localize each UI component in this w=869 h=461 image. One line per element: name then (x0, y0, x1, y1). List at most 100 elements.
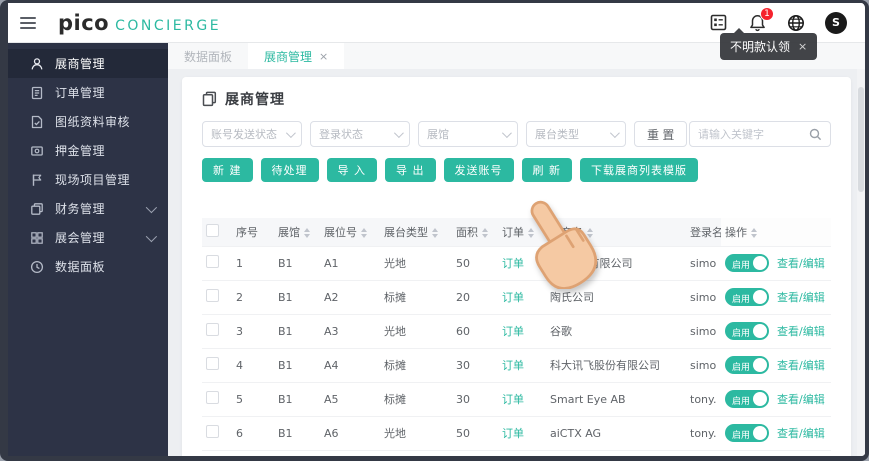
sidebar-item-data-panel[interactable]: 数据面板 (8, 252, 168, 281)
col-header-actions[interactable]: 操作 (721, 218, 831, 246)
sort-icon[interactable] (361, 228, 367, 238)
tab-close-icon[interactable]: × (319, 50, 328, 63)
order-link[interactable]: 订单 (502, 257, 524, 270)
cell-area: 30 (452, 382, 498, 417)
send-account-button[interactable]: 发送账号 (443, 158, 514, 182)
new-button[interactable]: 新 建 (202, 158, 253, 182)
vertical-scrollbar[interactable] (857, 69, 865, 456)
sidebar-item-label: 展会管理 (55, 231, 106, 245)
enable-toggle[interactable]: 启用 (725, 322, 769, 340)
cell-index: 3 (232, 314, 274, 349)
reset-button[interactable]: 重 置 (634, 121, 688, 147)
sidebar-item-deposit-management[interactable]: 押金管理 (8, 136, 168, 165)
select-placeholder: 展台类型 (535, 128, 579, 141)
sort-icon[interactable] (304, 228, 310, 238)
table-row: 2 B1 A2 标摊 20 订单 陶氏公司 simo 启用 查看/编辑 (202, 280, 831, 315)
refresh-button[interactable]: 刷 新 (521, 158, 572, 182)
sidebar-item-exhibition-management[interactable]: 展会管理 (8, 223, 168, 252)
enable-toggle[interactable]: 启用 (725, 254, 769, 272)
export-button[interactable]: 导 出 (385, 158, 436, 182)
cell-booth: A1 (320, 245, 380, 281)
tab-exhibitor-management[interactable]: 展商管理 × (248, 43, 345, 69)
view-edit-link[interactable]: 查看/编辑 (777, 391, 825, 407)
row-checkbox[interactable] (206, 323, 219, 336)
sidebar-item-label: 图纸资料审核 (55, 115, 131, 129)
sidebar-item-exhibitor-management[interactable]: 展商管理 (8, 49, 168, 78)
col-header-hall[interactable]: 展馆 (274, 218, 320, 246)
language-globe-icon[interactable] (786, 13, 806, 33)
row-checkbox[interactable] (206, 255, 219, 268)
sidebar-item-onsite-project-management[interactable]: 现场项目管理 (8, 165, 168, 194)
ledger-claim-icon[interactable] (708, 13, 728, 33)
col-header-login[interactable]: 登录名 (686, 218, 721, 246)
cell-hall: B1 (274, 382, 320, 417)
col-header-area[interactable]: 面积 (452, 218, 498, 246)
order-link[interactable]: 订单 (502, 427, 524, 440)
filter-login-status[interactable]: 登录状态 (310, 121, 410, 147)
cell-login: simo (686, 314, 721, 349)
import-button[interactable]: 导 入 (326, 158, 377, 182)
order-link[interactable]: 订单 (502, 393, 524, 406)
row-checkbox[interactable] (206, 425, 219, 438)
view-edit-link[interactable]: 查看/编辑 (777, 255, 825, 271)
pending-button[interactable]: 待处理 (260, 158, 319, 182)
sidebar-item-order-management[interactable]: 订单管理 (8, 78, 168, 107)
order-link[interactable]: 订单 (502, 291, 524, 304)
chevron-down-icon (145, 230, 158, 242)
enable-toggle[interactable]: 启用 (725, 356, 769, 374)
table-header-row: 序号 展馆 展位号 展台类型 面积 订单 展商名 登录名 操作 (202, 218, 831, 246)
search-icon[interactable] (809, 128, 822, 141)
select-all-checkbox[interactable] (206, 223, 219, 237)
row-checkbox[interactable] (206, 391, 219, 404)
sidebar-item-drawing-review[interactable]: 图纸资料审核 (8, 107, 168, 136)
cell-hall: B1 (274, 416, 320, 451)
sort-icon[interactable] (587, 228, 593, 238)
row-checkbox[interactable] (206, 289, 219, 302)
sort-icon[interactable] (528, 228, 534, 238)
filter-hall[interactable]: 展馆 (418, 121, 518, 147)
sidebar-item-label: 现场项目管理 (55, 173, 131, 187)
cell-index: 5 (232, 382, 274, 417)
row-checkbox[interactable] (206, 357, 219, 370)
tab-data-panel[interactable]: 数据面板 (168, 43, 248, 69)
filter-account-send-status[interactable]: 账号发送状态 (202, 121, 302, 147)
cell-exhibitor-name: Smart Eye AB (546, 382, 686, 417)
tooltip-text: 不明款认领 (730, 40, 791, 54)
col-header-name[interactable]: 展商名 (546, 218, 686, 246)
col-header-type[interactable]: 展台类型 (380, 218, 452, 246)
cell-area: 20 (452, 280, 498, 315)
user-avatar[interactable]: S (825, 11, 847, 34)
order-link[interactable]: 订单 (502, 359, 524, 372)
filter-booth-type[interactable]: 展台类型 (526, 121, 626, 147)
select-placeholder: 登录状态 (319, 128, 363, 141)
enable-toggle[interactable]: 启用 (725, 424, 769, 442)
cell-index: 6 (232, 416, 274, 451)
app-window: pico CONCIERGE 1 S 不明款认领 × 展商管理 订单管理 图纸资… (0, 0, 869, 461)
notifications-bell-icon[interactable]: 1 (747, 6, 774, 33)
table-row: 6 B1 A6 光地 50 订单 aiCTX AG tony. 启用 查看/编辑 (202, 416, 831, 451)
view-edit-link[interactable]: 查看/编辑 (777, 425, 825, 441)
cell-booth: A3 (320, 314, 380, 349)
col-header-booth[interactable]: 展位号 (320, 218, 380, 246)
col-header-order[interactable]: 订单 (498, 218, 546, 246)
view-edit-link[interactable]: 查看/编辑 (777, 357, 825, 373)
cell-hall: B1 (274, 348, 320, 383)
enable-toggle[interactable]: 启用 (725, 288, 769, 306)
search-input[interactable] (698, 127, 809, 141)
onsite-project-icon (30, 173, 44, 187)
sort-icon[interactable] (432, 228, 438, 238)
scrollbar-thumb[interactable] (858, 87, 864, 192)
drawing-review-icon (30, 115, 44, 129)
enable-toggle[interactable]: 启用 (725, 390, 769, 408)
cell-area: 30 (452, 348, 498, 383)
sort-icon[interactable] (482, 228, 488, 238)
sort-icon[interactable] (751, 228, 757, 238)
action-button-row: 新 建 待处理 导 入 导 出 发送账号 刷 新 下载展商列表模版 (202, 158, 831, 182)
hamburger-menu-icon[interactable] (20, 16, 36, 29)
tooltip-close-icon[interactable]: × (798, 40, 807, 53)
download-exhibitor-template-button[interactable]: 下载展商列表模版 (580, 158, 698, 182)
order-link[interactable]: 订单 (502, 325, 524, 338)
sidebar-item-finance-management[interactable]: 财务管理 (8, 194, 168, 223)
view-edit-link[interactable]: 查看/编辑 (777, 323, 825, 339)
view-edit-link[interactable]: 查看/编辑 (777, 289, 825, 305)
